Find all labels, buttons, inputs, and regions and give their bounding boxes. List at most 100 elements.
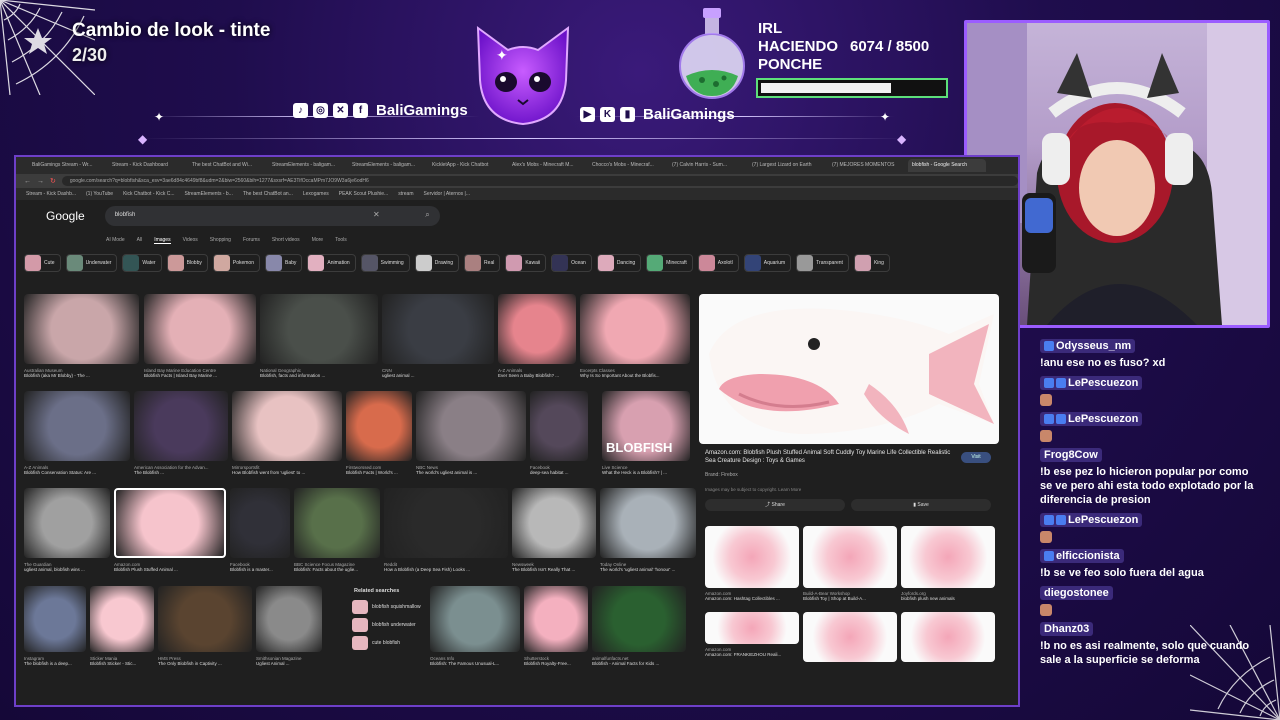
image-result-caption[interactable]: animalfunfacts.net Blobfish - Animal Fact… <box>592 656 686 666</box>
clear-icon[interactable]: ✕ <box>373 210 380 219</box>
chat-username[interactable]: LePescuezon <box>1040 412 1143 426</box>
image-result-caption[interactable]: NBC News The world's ugliest animal is ..… <box>416 465 526 475</box>
search-icon[interactable]: ⌕ <box>425 210 429 220</box>
image-result-caption[interactable]: Mirrorsportsfit How Blobfish went from 'u… <box>232 465 342 475</box>
filter-chip[interactable]: Swimming <box>360 254 410 272</box>
google-tab[interactable]: More <box>312 237 323 243</box>
related-item-image[interactable] <box>705 526 799 588</box>
filter-chip[interactable]: Water <box>122 254 162 272</box>
image-result-thumbnail[interactable] <box>90 586 154 652</box>
image-result-caption[interactable]: Facebook Blobfish is a master... <box>230 562 290 572</box>
filter-chip[interactable]: King <box>853 254 890 272</box>
image-result-thumbnail[interactable] <box>230 488 290 558</box>
filter-chip[interactable]: Ocean <box>551 254 592 272</box>
image-result-thumbnail[interactable] <box>382 294 494 364</box>
filter-chip[interactable]: Kawaii <box>505 254 547 272</box>
related-item-image[interactable] <box>803 526 897 588</box>
image-result-thumbnail[interactable] <box>24 488 110 558</box>
browser-tab[interactable]: (7) Largest Lizard on Earth <box>748 159 826 172</box>
image-result-caption[interactable]: A-Z Animals Blobfish Conservation Status:… <box>24 465 130 475</box>
image-result-thumbnail[interactable] <box>416 391 526 461</box>
google-tab[interactable]: AI Mode <box>106 237 125 243</box>
image-result-caption[interactable]: Amazon.com Blobfish Plush Stuffed Animal … <box>114 562 226 572</box>
related-item-image[interactable] <box>803 612 897 662</box>
image-result-thumbnail[interactable] <box>580 294 690 364</box>
bookmark-item[interactable]: Servidor | Aternos |... <box>424 191 471 197</box>
image-result-thumbnail[interactable] <box>530 391 588 461</box>
image-result-thumbnail[interactable] <box>144 294 256 364</box>
bookmark-item[interactable]: PEAK Scout Plushie... <box>339 191 388 197</box>
image-result-caption[interactable]: Sticker Mania Blobfish Sticker - Stic... <box>90 656 154 666</box>
filter-chip[interactable]: Minecraft <box>646 254 693 272</box>
bookmark-item[interactable]: Lexogames <box>303 191 329 197</box>
url-input[interactable]: google.com/search?q=blobfish&sca_esv=3ae… <box>61 176 1018 186</box>
image-result-thumbnail[interactable] <box>512 488 596 558</box>
image-result-caption[interactable]: Live Science What the Heck is a Blobfish?… <box>602 465 690 475</box>
image-result-caption[interactable]: A-Z Animals Ever Seen a Baby Blobfish? ..… <box>498 368 576 378</box>
image-result-caption[interactable]: Firstworssed.com Blobfish Facts | World's… <box>346 465 412 475</box>
filter-chip[interactable]: Baby <box>265 254 303 272</box>
image-result-caption[interactable]: Reddit How a Blobfish (a Deep Sea Fish) L… <box>384 562 508 572</box>
preview-image[interactable] <box>699 294 999 444</box>
related-item-image[interactable] <box>901 526 995 588</box>
preview-title[interactable]: Amazon.com: Blobfish Plush Stuffed Anima… <box>705 449 955 465</box>
back-icon[interactable]: ← <box>24 178 31 185</box>
image-result-caption[interactable]: The Guardian ugliest animal, blobfish win… <box>24 562 110 572</box>
filter-chip[interactable]: Dancing <box>596 254 642 272</box>
image-result-caption[interactable]: Today Online The world's 'ugliest animal'… <box>600 562 696 572</box>
image-result-thumbnail[interactable] <box>430 586 520 652</box>
browser-tab[interactable]: The best ChatBot and Wi... <box>188 159 266 172</box>
google-tab[interactable]: Images <box>154 237 171 244</box>
image-result-caption[interactable]: Australian Museum Blobfish (aka Mr Blobby… <box>24 368 139 378</box>
related-item-image[interactable] <box>901 612 995 662</box>
image-result-thumbnail[interactable] <box>592 586 686 652</box>
browser-tab[interactable]: StreamElements - baligam... <box>268 159 346 172</box>
image-result-thumbnail[interactable] <box>384 488 508 558</box>
browser-tab[interactable]: (7) Calvin Harris - Sum... <box>668 159 746 172</box>
image-result-caption[interactable]: Island Bay Marine Education Centre Blobfi… <box>144 368 256 378</box>
image-result-thumbnail[interactable] <box>24 294 139 364</box>
image-result-caption[interactable]: National Geographic Blobfish, facts and i… <box>260 368 378 378</box>
browser-tab[interactable]: Stream - Kick Dashboard <box>108 159 186 172</box>
image-result-thumbnail[interactable] <box>498 294 576 364</box>
bookmark-item[interactable]: Kick Chatbot - Kick C... <box>123 191 174 197</box>
bookmark-item[interactable]: StreamElements - b... <box>184 191 232 197</box>
google-tab[interactable]: Videos <box>183 237 198 243</box>
image-result-caption[interactable]: American Association for the Advan... The… <box>134 465 228 475</box>
bookmark-item[interactable]: (1) YouTube <box>86 191 113 197</box>
filter-chip[interactable]: Cute <box>24 254 61 272</box>
share-button[interactable]: ⤴ Share <box>705 499 845 511</box>
chat-username[interactable]: Dhanz03 <box>1040 622 1094 636</box>
image-result-thumbnail[interactable] <box>256 586 322 652</box>
google-tab[interactable]: Tools <box>335 237 347 243</box>
browser-tab[interactable]: blobfish - Google Search <box>908 159 986 172</box>
chat-username[interactable]: Odysseus_nm <box>1040 339 1136 353</box>
image-result-caption[interactable]: Newsweek The Blobfish Isn't Really That .… <box>512 562 596 572</box>
image-result-caption[interactable]: Facebook deep-sea habitat ... <box>530 465 588 475</box>
google-tab[interactable]: Shopping <box>210 237 231 243</box>
image-result-caption[interactable]: Oceans Info Blobfish: The Famous Unusual-… <box>430 656 520 666</box>
reload-icon[interactable]: ↻ <box>50 177 56 185</box>
related-item-caption[interactable]: Amazon.com Amazon.com: Hashtag Collectibl… <box>705 591 799 601</box>
related-search-item[interactable]: blobfish squishmallow <box>352 600 426 614</box>
filter-chip[interactable]: Underwater <box>65 254 118 272</box>
chat-username[interactable]: elficcionista <box>1040 549 1124 563</box>
filter-chip[interactable]: Real <box>464 254 501 272</box>
browser-tab[interactable]: KickletApp - Kick Chatbot <box>428 159 506 172</box>
image-result-thumbnail[interactable] <box>294 488 380 558</box>
google-tab[interactable]: Forums <box>243 237 260 243</box>
filter-chip[interactable]: Drawing <box>414 254 460 272</box>
chat-username[interactable]: LePescuezon <box>1040 376 1143 390</box>
image-result-caption[interactable]: Instagram The blobfish is a deep... <box>24 656 86 666</box>
save-button[interactable]: ▮ Save <box>851 499 991 511</box>
google-logo[interactable]: Google <box>46 209 85 223</box>
bookmark-item[interactable]: Stream - Kick Dashb... <box>26 191 76 197</box>
visit-button[interactable]: Visit <box>961 452 991 463</box>
image-result-thumbnail[interactable] <box>134 391 228 461</box>
image-result-thumbnail[interactable] <box>232 391 342 461</box>
filter-chip[interactable]: Animation <box>307 254 356 272</box>
image-result-caption[interactable]: Excerpts Classes Why Is So Important Abou… <box>580 368 690 378</box>
filter-chip[interactable]: Axolotl <box>697 254 739 272</box>
bookmark-item[interactable]: stream <box>398 191 413 197</box>
browser-tab[interactable]: Alex's Mobs - Minecraft M... <box>508 159 586 172</box>
